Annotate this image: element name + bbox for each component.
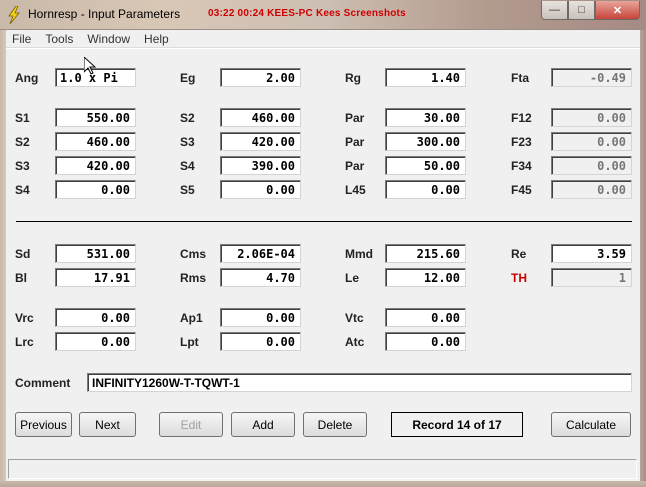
label-bl: Bl — [15, 271, 27, 285]
mouse-cursor-icon — [84, 57, 96, 75]
field-cms[interactable]: 2.06E-04 — [220, 244, 301, 263]
minimize-button[interactable]: — — [541, 1, 568, 20]
label-eg: Eg — [180, 71, 196, 85]
field-par-2[interactable]: 300.00 — [385, 132, 466, 151]
label-atc: Atc — [345, 335, 365, 349]
field-s3[interactable]: 420.00 — [55, 156, 136, 175]
field-par-3[interactable]: 50.00 — [385, 156, 466, 175]
menu-bar: File Tools Window Help — [6, 30, 640, 48]
menu-tools[interactable]: Tools — [45, 32, 73, 46]
window-title: Hornresp - Input Parameters — [28, 7, 181, 21]
label-f45: F45 — [511, 183, 532, 197]
label-vrc: Vrc — [15, 311, 34, 325]
label-l45: L45 — [345, 183, 366, 197]
field-sd[interactable]: 531.00 — [55, 244, 136, 263]
menu-help[interactable]: Help — [144, 32, 169, 46]
input-parameters-panel: Ang 1.0 x Pi Eg 2.00 Rg 1.40 Fta -0.49 S… — [6, 49, 640, 481]
menu-file[interactable]: File — [12, 32, 31, 46]
section-divider — [16, 221, 632, 222]
maximize-icon: □ — [578, 4, 585, 16]
field-s1[interactable]: 550.00 — [55, 108, 136, 127]
label-lrc: Lrc — [15, 335, 34, 349]
title-bar: Hornresp - Input Parameters 03:22 00:24 … — [0, 0, 646, 30]
recording-overlay: 03:22 00:24 KEES-PC Kees Screenshots — [208, 8, 406, 19]
close-button[interactable]: ✕ — [595, 1, 640, 20]
label-lpt: Lpt — [180, 335, 199, 349]
label-cms: Cms — [180, 247, 207, 261]
label-le: Le — [345, 271, 360, 285]
label-s3-upper: S3 — [180, 135, 195, 149]
label-th: TH — [511, 271, 527, 285]
field-rms[interactable]: 4.70 — [220, 268, 301, 287]
menu-window[interactable]: Window — [87, 32, 130, 46]
field-bl[interactable]: 17.91 — [55, 268, 136, 287]
calculate-button[interactable]: Calculate — [551, 412, 631, 437]
next-button[interactable]: Next — [79, 412, 136, 437]
label-ap1: Ap1 — [180, 311, 203, 325]
status-bar — [8, 459, 637, 479]
field-f45: 0.00 — [551, 180, 632, 199]
field-le[interactable]: 12.00 — [385, 268, 466, 287]
label-ang: Ang — [15, 71, 39, 85]
minimize-icon: — — [549, 4, 560, 16]
label-s1: S1 — [15, 111, 30, 125]
label-par-2: Par — [345, 135, 365, 149]
field-f34: 0.00 — [551, 156, 632, 175]
label-f23: F23 — [511, 135, 532, 149]
field-ap1[interactable]: 0.00 — [220, 308, 301, 327]
label-s4: S4 — [15, 183, 30, 197]
field-mmd[interactable]: 215.60 — [385, 244, 466, 263]
field-lpt[interactable]: 0.00 — [220, 332, 301, 351]
field-s3-upper[interactable]: 420.00 — [220, 132, 301, 151]
field-l45[interactable]: 0.00 — [385, 180, 466, 199]
label-s2: S2 — [15, 135, 30, 149]
field-eg[interactable]: 2.00 — [220, 68, 301, 87]
label-par-1: Par — [345, 111, 365, 125]
maximize-button[interactable]: □ — [568, 1, 595, 20]
label-s2-upper: S2 — [180, 111, 195, 125]
label-f12: F12 — [511, 111, 532, 125]
label-rg: Rg — [345, 71, 361, 85]
label-s3: S3 — [15, 159, 30, 173]
delete-button[interactable]: Delete — [303, 412, 367, 437]
label-f34: F34 — [511, 159, 532, 173]
field-atc[interactable]: 0.00 — [385, 332, 466, 351]
field-s2[interactable]: 460.00 — [55, 132, 136, 151]
field-vrc[interactable]: 0.00 — [55, 308, 136, 327]
field-s2-upper[interactable]: 460.00 — [220, 108, 301, 127]
label-sd: Sd — [15, 247, 31, 261]
field-s4-upper[interactable]: 390.00 — [220, 156, 301, 175]
field-f12: 0.00 — [551, 108, 632, 127]
label-par-3: Par — [345, 159, 365, 173]
window-frame-right — [640, 30, 646, 487]
field-s4[interactable]: 0.00 — [55, 180, 136, 199]
add-button[interactable]: Add — [231, 412, 295, 437]
field-f23: 0.00 — [551, 132, 632, 151]
field-s5[interactable]: 0.00 — [220, 180, 301, 199]
window-frame-bottom — [0, 481, 646, 487]
field-par-1[interactable]: 30.00 — [385, 108, 466, 127]
edit-button: Edit — [159, 412, 223, 437]
label-vtc: Vtc — [345, 311, 364, 325]
field-rg[interactable]: 1.40 — [385, 68, 466, 87]
label-re: Re — [511, 247, 527, 261]
previous-button[interactable]: Previous — [15, 412, 72, 437]
label-mmd: Mmd — [345, 247, 373, 261]
record-indicator: Record 14 of 17 — [391, 412, 523, 437]
close-icon: ✕ — [612, 4, 623, 17]
lightning-icon — [8, 6, 20, 24]
label-s5: S5 — [180, 183, 195, 197]
label-fta: Fta — [511, 71, 529, 85]
label-rms: Rms — [180, 271, 207, 285]
field-re[interactable]: 3.59 — [551, 244, 632, 263]
label-s4-upper: S4 — [180, 159, 195, 173]
field-fta: -0.49 — [551, 68, 632, 87]
field-th[interactable]: 1 — [551, 268, 632, 287]
field-lrc[interactable]: 0.00 — [55, 332, 136, 351]
field-vtc[interactable]: 0.00 — [385, 308, 466, 327]
comment-field[interactable]: INFINITY1260W-T-TQWT-1 — [87, 373, 632, 392]
label-comment: Comment — [15, 376, 71, 390]
